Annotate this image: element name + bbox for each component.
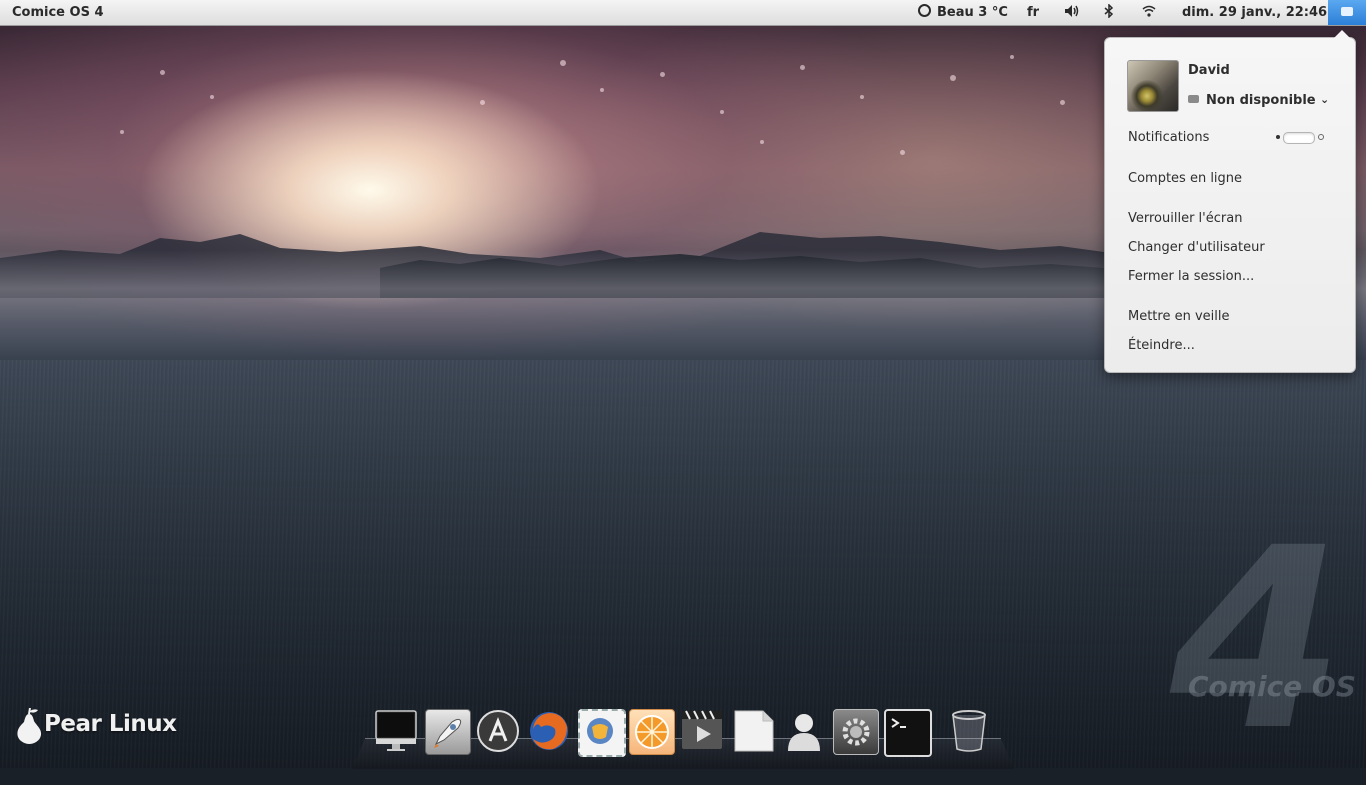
terminal-icon[interactable]	[884, 709, 932, 757]
music-player-icon[interactable]	[629, 709, 675, 755]
avatar[interactable]	[1127, 60, 1179, 112]
activities-button[interactable]: Comice OS 4	[12, 0, 104, 25]
bluetooth-icon	[1104, 3, 1114, 19]
weather-label: Beau 3 °C	[937, 5, 1008, 20]
settings-icon[interactable]	[833, 709, 879, 755]
wifi-icon	[1142, 5, 1156, 17]
user-name: David	[1188, 63, 1230, 78]
firefox-icon[interactable]	[527, 709, 571, 753]
app-store-icon[interactable]	[476, 709, 520, 753]
volume-indicator[interactable]	[1064, 0, 1080, 25]
bluetooth-indicator[interactable]	[1104, 0, 1114, 25]
video-player-icon[interactable]	[680, 709, 724, 753]
rocket-launcher-icon[interactable]	[425, 709, 471, 755]
top-panel: Comice OS 4 Beau 3 °C fr dim. 29 janv., …	[0, 0, 1366, 26]
text-editor-icon[interactable]	[731, 709, 775, 753]
wallpaper-grass	[0, 360, 1366, 768]
computer-icon[interactable]	[374, 709, 418, 753]
popup-arrow	[1334, 30, 1350, 38]
notifications-item[interactable]: Notifications	[1128, 130, 1209, 145]
volume-icon	[1065, 5, 1079, 17]
status-selector[interactable]: Non disponible ⌄	[1188, 93, 1329, 108]
mail-stamp-icon[interactable]	[578, 709, 626, 757]
logo-text: Pear Linux	[44, 711, 177, 737]
status-label: Non disponible	[1206, 93, 1316, 108]
network-indicator[interactable]	[1142, 0, 1156, 25]
keyboard-layout-indicator[interactable]: fr	[1027, 0, 1039, 25]
watermark-number: 4	[1170, 494, 1344, 785]
status-icon	[1188, 95, 1199, 103]
chat-status-icon	[1341, 7, 1353, 16]
watermark-text: Comice OS	[1188, 670, 1356, 703]
menu-item-switch-user[interactable]: Changer d'utilisateur	[1128, 240, 1265, 255]
pear-icon	[17, 708, 42, 744]
trash-icon[interactable]	[947, 709, 991, 753]
weather-icon	[918, 4, 931, 17]
user-menu-popup: David Non disponible ⌄ Notifications Com…	[1104, 30, 1356, 373]
menu-item-power-off[interactable]: Éteindre...	[1128, 338, 1195, 353]
contacts-icon[interactable]	[782, 709, 826, 753]
chevron-down-icon: ⌄	[1320, 93, 1330, 106]
pear-linux-logo: Pear Linux	[14, 700, 194, 750]
clock[interactable]: dim. 29 janv., 22:46	[1182, 0, 1327, 25]
menu-item-log-out[interactable]: Fermer la session...	[1128, 269, 1254, 284]
menu-item-suspend[interactable]: Mettre en veille	[1128, 309, 1230, 324]
menu-item-lock-screen[interactable]: Verrouiller l'écran	[1128, 211, 1242, 226]
weather-indicator[interactable]: Beau 3 °C	[918, 0, 1008, 25]
user-menu-button[interactable]	[1328, 0, 1366, 25]
notifications-toggle[interactable]	[1276, 131, 1324, 144]
menu-item-online-accounts[interactable]: Comptes en ligne	[1128, 171, 1242, 186]
